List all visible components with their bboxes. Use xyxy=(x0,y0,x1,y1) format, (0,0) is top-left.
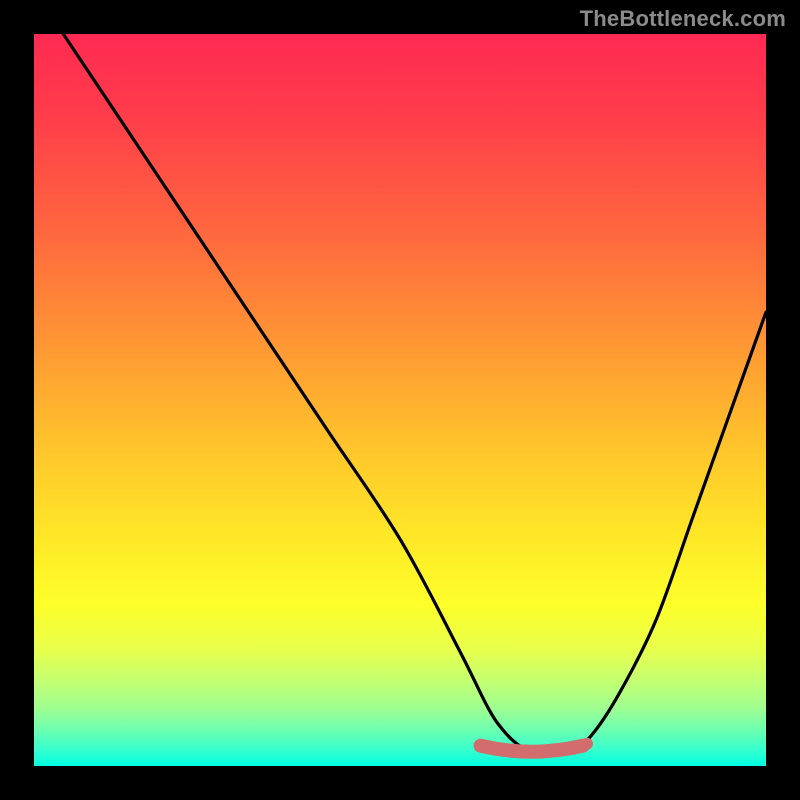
floor-highlight-endcap xyxy=(581,738,593,750)
floor-highlight xyxy=(481,746,583,752)
chart-frame: TheBottleneck.com xyxy=(0,0,800,800)
watermark-text: TheBottleneck.com xyxy=(580,6,786,32)
bottleneck-curve-svg xyxy=(34,34,766,766)
bottleneck-curve-path xyxy=(63,34,766,752)
plot-area xyxy=(34,34,766,766)
